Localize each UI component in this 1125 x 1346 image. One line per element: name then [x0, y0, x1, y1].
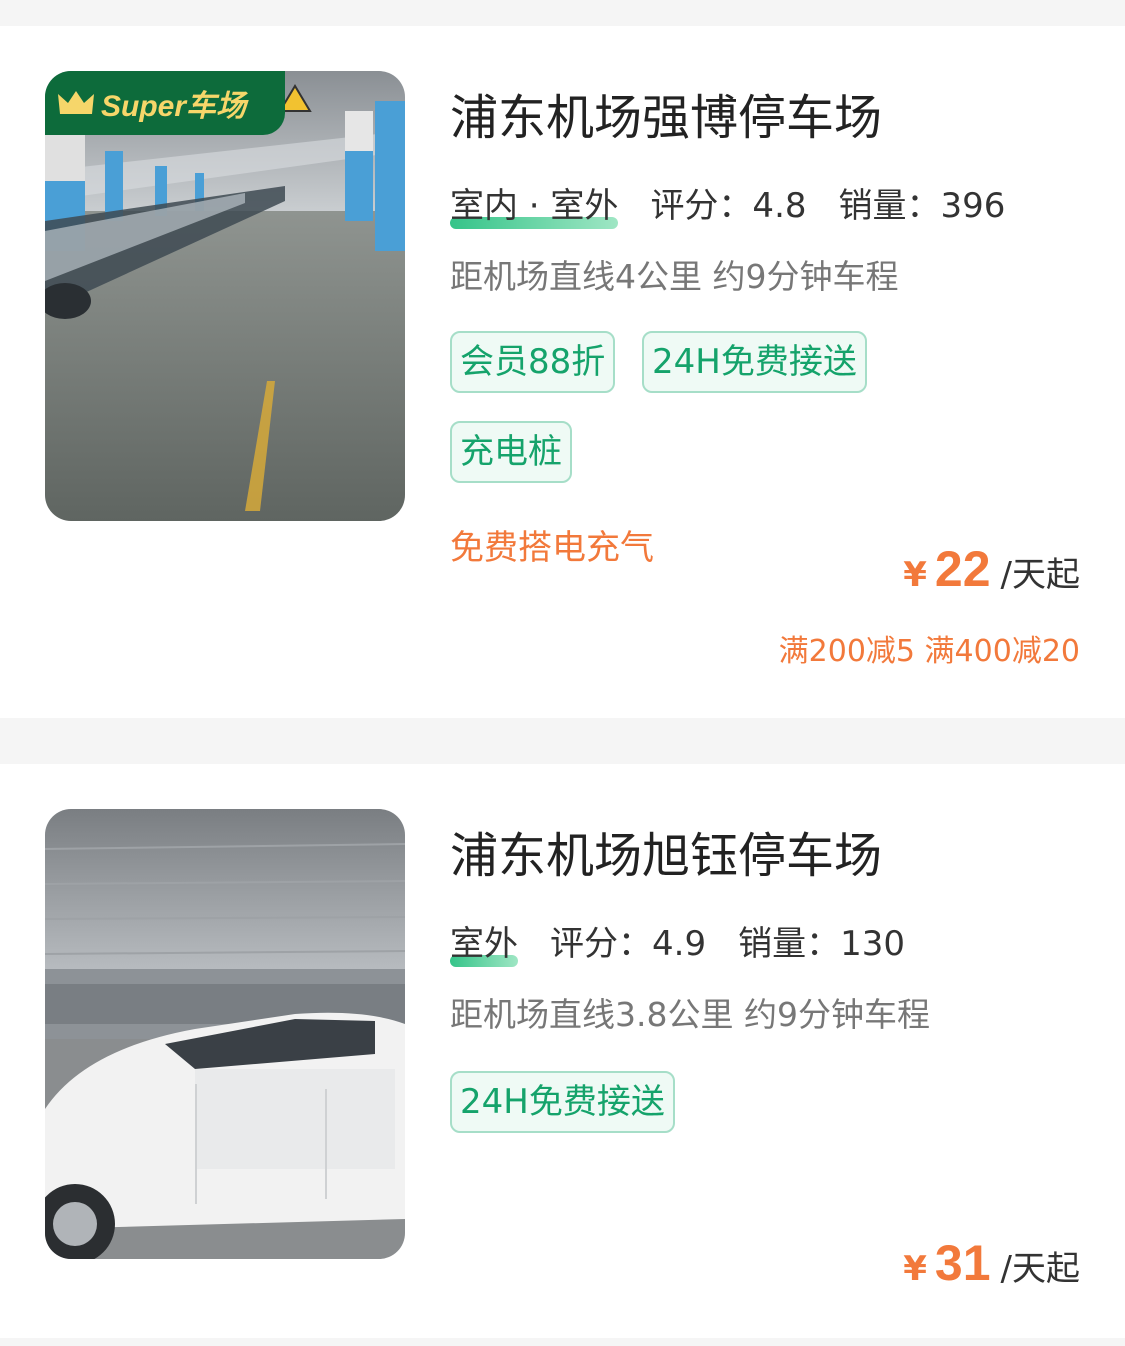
lot-name[interactable]: 浦东机场旭钰停车场 — [450, 816, 882, 886]
lot-promo: 满200减5 满400减20 — [778, 634, 1080, 669]
lot-type: 室外 — [450, 916, 518, 967]
lot-sales: 销量：396 — [838, 186, 1006, 226]
lot-type: 室内 · 室外 — [450, 178, 619, 229]
lot-distance: 距机场直线4公里 约9分钟车程 — [450, 257, 899, 296]
lot-sales: 销量：130 — [738, 924, 905, 964]
parking-lot-card[interactable]: Super车场 浦东机场强博停车场 室内 · 室外 评分：4.8 销量：396 … — [0, 26, 1125, 718]
tag-free-shuttle: 24H免费接送 — [642, 331, 867, 393]
tag-free-shuttle: 24H免费接送 — [450, 1071, 675, 1133]
currency-symbol: ¥ — [903, 1249, 927, 1289]
parking-lot-photo: Super车场 — [45, 71, 405, 521]
price-unit: /天起 — [1000, 555, 1080, 595]
lot-distance: 距机场直线3.8公里 约9分钟车程 — [450, 995, 930, 1034]
price-unit: /天起 — [1000, 1249, 1080, 1289]
badge-label: Super车场 — [101, 90, 247, 123]
parking-lot-photo — [45, 809, 405, 1259]
super-lot-badge: Super车场 — [45, 71, 285, 135]
parking-lot-card[interactable]: 浦东机场旭钰停车场 室外 评分：4.9 销量：130 距机场直线3.8公里 约9… — [0, 764, 1125, 1338]
lot-meta: 室内 · 室外 评分：4.8 销量：396 — [450, 178, 1006, 229]
lot-price: ¥ 22 /天起 — [903, 540, 1080, 598]
tag-member-discount: 会员88折 — [450, 331, 616, 393]
crown-icon — [58, 91, 94, 114]
lot-meta: 室外 评分：4.9 销量：130 — [450, 916, 905, 967]
lot-rating: 评分：4.8 — [650, 186, 807, 226]
currency-symbol: ¥ — [903, 555, 927, 595]
lot-service: 免费搭电充气 — [450, 528, 654, 568]
lot-price: ¥ 31 /天起 — [903, 1234, 1080, 1292]
tag-charging-pile: 充电桩 — [450, 421, 572, 483]
price-value: 22 — [934, 541, 991, 597]
lot-rating: 评分：4.9 — [550, 924, 707, 964]
price-value: 31 — [934, 1235, 991, 1291]
lot-name[interactable]: 浦东机场强博停车场 — [450, 78, 882, 148]
